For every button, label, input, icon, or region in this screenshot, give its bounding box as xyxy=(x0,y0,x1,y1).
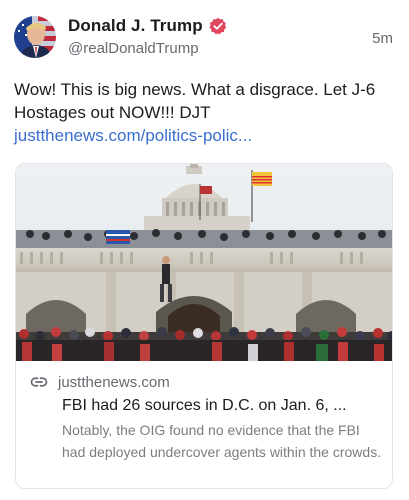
avatar-image xyxy=(14,16,56,58)
post-timestamp[interactable]: 5m xyxy=(372,30,393,47)
post-header: Donald J. Trump @realDonaldTrump 5m xyxy=(14,14,395,62)
link-title[interactable]: FBI had 26 sources in D.C. on Jan. 6, ..… xyxy=(62,395,384,417)
avatar[interactable] xyxy=(14,16,56,58)
chain-link-icon xyxy=(30,377,48,387)
author-handle[interactable]: @realDonaldTrump xyxy=(68,40,199,57)
link-preview-body: justthenews.com FBI had 26 sources in D.… xyxy=(16,361,392,488)
link-preview-image xyxy=(16,164,392,361)
post-link[interactable]: justthenews.com/politics-polic... xyxy=(14,124,252,147)
link-description: Notably, the OIG found no evidence that … xyxy=(62,422,382,460)
verified-badge-icon xyxy=(209,17,226,35)
author-name[interactable]: Donald J. Trump xyxy=(68,16,203,36)
link-domain-row: justthenews.com xyxy=(30,373,170,391)
link-preview-card[interactable]: justthenews.com FBI had 26 sources in D.… xyxy=(15,163,393,489)
author-name-row: Donald J. Trump xyxy=(68,16,227,36)
link-domain: justthenews.com xyxy=(58,373,170,391)
post-body-text: Wow! This is big news. What a disgrace. … xyxy=(14,80,376,122)
